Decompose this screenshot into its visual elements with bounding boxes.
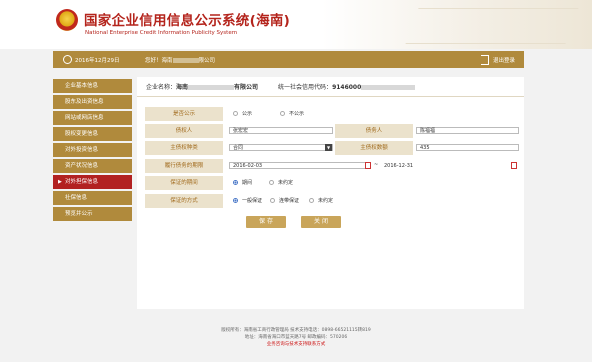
credit-code-label: 统一社会信用代码： — [278, 84, 333, 91]
guarantee-mode-label: 保证的方式 — [145, 194, 223, 208]
sidebar-item-guarantee[interactable]: ▶ 对外担保信息 — [53, 175, 132, 189]
footer-address: 地址：海南省海口市蓝天路7号 邮政编码：570206 — [244, 335, 348, 340]
sidebar-item-label: 对外投资信息 — [65, 147, 99, 153]
guarantee-period-label: 保证的期间 — [145, 176, 223, 190]
claim-row: 主债权种类 合同 ▼ 主债权数额 435 — [145, 141, 519, 155]
guarantee-mode-unset-label: 未约定 — [318, 198, 334, 204]
publish-yes-label: 公示 — [242, 111, 253, 117]
creditor-row: 债权人 张宏宏 债务人 陈福福 — [145, 124, 519, 138]
close-button[interactable]: 关 闭 — [301, 216, 341, 228]
general-guarantee-label: 一般保证 — [242, 198, 263, 204]
sidebar-item-websites[interactable]: 网站或网店信息 — [53, 111, 132, 125]
status-bar: 2016年12月29日 您好！海南 限公司 退出登录 — [53, 51, 524, 68]
guarantee-period-row: 保证的期间 期间 未约定 — [145, 176, 519, 190]
sidebar-item-basic-info[interactable]: 企业基本信息 — [53, 79, 132, 93]
period-separator: ~ — [374, 162, 379, 168]
sidebar-item-preview-publish[interactable]: 预览并公示 — [53, 207, 132, 221]
company-info: 企业名称：海南 有限公司 统一社会信用代码：9146000 — [146, 82, 416, 91]
sidebar-item-label: 社保信息 — [65, 195, 88, 201]
general-guarantee-radio[interactable] — [233, 198, 238, 203]
site-header: 国家企业信用信息公示系统(海南) National Enterprise Cre… — [0, 0, 592, 49]
sidebar-item-equity-change[interactable]: 股权变更信息 — [53, 127, 132, 141]
chevron-down-icon[interactable]: ▼ — [325, 144, 332, 151]
company-name-suffix: 有限公司 — [234, 84, 259, 91]
claim-type-label: 主债权种类 — [145, 141, 223, 155]
joint-guarantee-label: 连带保证 — [279, 198, 300, 204]
calendar-icon[interactable] — [365, 162, 371, 169]
creditor-input[interactable]: 张宏宏 — [229, 127, 333, 134]
credit-code-prefix: 9146000 — [332, 84, 362, 91]
debtor-input[interactable]: 陈福福 — [416, 127, 519, 134]
sidebar-item-label: 股权变更信息 — [65, 131, 99, 137]
guarantee-period-unset-radio[interactable] — [269, 180, 274, 185]
sidebar-item-label: 对外担保信息 — [65, 179, 99, 185]
sidebar: 企业基本信息 股东及出资信息 网站或网店信息 股权变更信息 对外投资信息 资产状… — [53, 79, 132, 223]
period-label: 履行债务的期限 — [145, 159, 223, 173]
period-end-input[interactable]: 2016-12-31 — [380, 162, 520, 169]
sidebar-item-shareholders[interactable]: 股东及出资信息 — [53, 95, 132, 109]
debtor-label: 债务人 — [335, 124, 413, 138]
guarantee-period-option-radio[interactable] — [233, 180, 238, 185]
site-title: 国家企业信用信息公示系统(海南) — [84, 13, 291, 29]
sidebar-item-social-security[interactable]: 社保信息 — [53, 191, 132, 205]
footer-support-link[interactable]: 业务咨询与技术支持联系方式 — [0, 341, 592, 348]
joint-guarantee-radio[interactable] — [270, 198, 275, 203]
guarantee-mode-unset-radio[interactable] — [309, 198, 314, 203]
redacted-company-name — [188, 85, 235, 90]
redacted-name — [172, 58, 199, 63]
period-start-input[interactable]: 2016-02-03 — [229, 162, 371, 169]
guarantee-period-option-label: 期间 — [242, 180, 253, 186]
sidebar-item-label: 企业基本信息 — [65, 83, 99, 89]
period-row: 履行债务的期限 2016-02-03 ~ 2016-12-31 — [145, 159, 520, 173]
sidebar-item-label: 资产状况信息 — [65, 163, 99, 169]
publish-yes-radio[interactable] — [233, 111, 238, 116]
main-panel: 企业名称：海南 有限公司 统一社会信用代码：9146000 是否公示 公示 不公示 … — [137, 77, 524, 309]
sidebar-item-label: 股东及出资信息 — [65, 99, 104, 105]
publish-label: 是否公示 — [145, 107, 223, 121]
save-button[interactable]: 保 存 — [246, 216, 286, 228]
header-decoration — [322, 0, 592, 49]
sidebar-item-label: 预览并公示 — [65, 211, 93, 217]
national-emblem-icon — [56, 9, 78, 31]
active-arrow-icon: ▶ — [58, 179, 62, 185]
logout-link[interactable]: 退出登录 — [493, 56, 515, 64]
guarantee-mode-row: 保证的方式 一般保证 连带保证 未约定 — [145, 194, 519, 208]
claim-amount-input[interactable]: 435 — [416, 144, 519, 151]
publish-no-radio[interactable] — [280, 111, 285, 116]
divider — [137, 96, 524, 97]
publish-no-label: 不公示 — [289, 111, 305, 117]
company-name-prefix: 海南 — [176, 84, 189, 91]
calendar-icon[interactable] — [511, 162, 517, 169]
claim-type-value: 合同 — [233, 145, 244, 151]
welcome-prefix: 您好！海南 — [145, 58, 173, 64]
claim-type-select[interactable]: 合同 ▼ — [229, 144, 333, 151]
sidebar-item-investment[interactable]: 对外投资信息 — [53, 143, 132, 157]
redacted-credit-code — [361, 85, 416, 90]
guarantee-period-unset-label: 未约定 — [278, 180, 294, 186]
current-date: 2016年12月29日 — [75, 58, 120, 64]
clock-icon — [63, 55, 72, 64]
claim-amount-label: 主债权数额 — [335, 141, 413, 155]
footer: 版权所有：海南省工商行政管理局 技术支持电话：0898-66521115转819… — [0, 327, 592, 348]
publish-row: 是否公示 公示 不公示 — [145, 107, 519, 121]
welcome-suffix: 限公司 — [198, 58, 216, 64]
welcome-text: 您好！海南 限公司 — [145, 56, 215, 64]
sidebar-item-assets[interactable]: 资产状况信息 — [53, 159, 132, 173]
footer-copyright: 版权所有：海南省工商行政管理局 技术支持电话：0898-66521115转819 — [221, 328, 371, 333]
company-name-label: 企业名称： — [146, 84, 177, 91]
site-subtitle: National Enterprise Credit Information P… — [85, 30, 238, 36]
logout-icon[interactable] — [481, 55, 489, 65]
creditor-label: 债权人 — [145, 124, 223, 138]
sidebar-item-label: 网站或网店信息 — [65, 115, 104, 121]
